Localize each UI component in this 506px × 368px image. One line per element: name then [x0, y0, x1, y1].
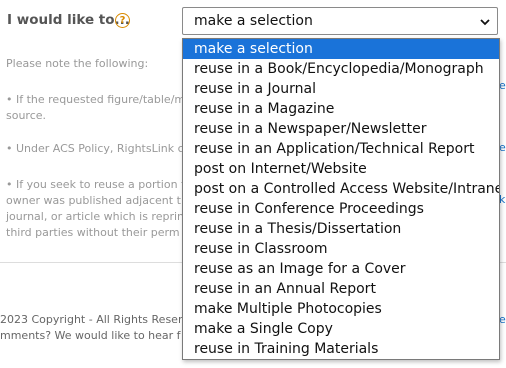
chevron-down-icon [480, 19, 490, 26]
footer-copyright: 2023 Copyright - All Rights Reserv [0, 313, 189, 326]
dropdown-option[interactable]: reuse in Classroom [183, 239, 499, 259]
note-line: journal, or article which is reprin [6, 210, 185, 223]
form-label: I would like to... [7, 12, 130, 28]
dropdown-option[interactable]: make Multiple Photocopies [183, 299, 499, 319]
note-line: owner was published adjacent t [6, 194, 181, 207]
edge-text-fragment: e [499, 79, 506, 92]
purpose-dropdown-list[interactable]: make a selection reuse in a Book/Encyclop… [182, 38, 500, 360]
dropdown-option[interactable]: reuse in an Annual Report [183, 279, 499, 299]
help-icon[interactable]: ? [115, 13, 130, 28]
note-line: third parties without their perm [6, 226, 180, 239]
notes-intro: Please note the following: [6, 57, 149, 70]
note-bullet-2: • Under ACS Policy, RightsLink c [6, 142, 184, 155]
dropdown-option[interactable]: reuse in a Newspaper/Newsletter [183, 119, 499, 139]
note-line: source. [6, 109, 47, 122]
dropdown-option[interactable]: make a selection [183, 39, 499, 59]
dropdown-option[interactable]: reuse in a Book/Encyclopedia/Monograph [183, 59, 499, 79]
note-line: • If the requested figure/table/m [6, 93, 186, 106]
edge-text-fragment: e [499, 141, 506, 154]
dropdown-option[interactable]: reuse in a Magazine [183, 99, 499, 119]
dropdown-option[interactable]: make a Single Copy [183, 319, 499, 339]
dropdown-option[interactable]: post on a Controlled Access Website/Intr… [183, 179, 499, 199]
purpose-select[interactable]: make a selection [182, 7, 498, 35]
dropdown-option[interactable]: reuse in a Journal [183, 79, 499, 99]
dropdown-option[interactable]: reuse in an Application/Technical Report [183, 139, 499, 159]
note-line: • If you seek to reuse a portion t [6, 178, 186, 191]
note-bullet-1: • If the requested figure/table/m source… [6, 92, 185, 124]
dropdown-option[interactable]: post on Internet/Website [183, 159, 499, 179]
select-value: make a selection [194, 13, 313, 29]
footer-comments: mments? We would like to hear f [0, 329, 181, 342]
note-bullet-3: • If you seek to reuse a portion t owner… [6, 177, 185, 241]
dropdown-option[interactable]: reuse in Conference Proceedings [183, 199, 499, 219]
dropdown-option[interactable]: reuse in a Thesis/Dissertation [183, 219, 499, 239]
dropdown-option[interactable]: reuse as an Image for a Cover [183, 259, 499, 279]
dropdown-option[interactable]: reuse in Training Materials [183, 339, 499, 359]
edge-link-fragment[interactable]: e [499, 313, 506, 326]
